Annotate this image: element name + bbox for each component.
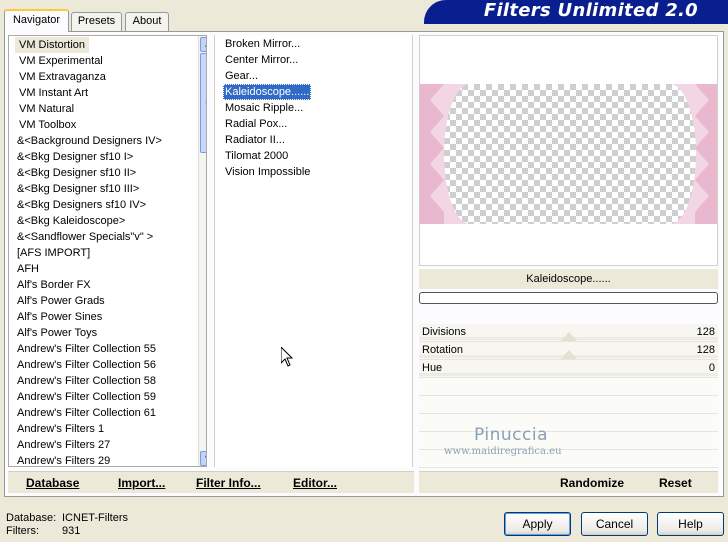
- category-item[interactable]: AFH: [13, 261, 43, 277]
- category-item[interactable]: Andrew's Filters 1: [13, 421, 108, 437]
- filter-item[interactable]: Mosaic Ripple...: [223, 100, 305, 116]
- cancel-button[interactable]: Cancel: [581, 512, 648, 536]
- import-label: Import...: [118, 476, 166, 490]
- filter-item[interactable]: Gear...: [223, 68, 260, 84]
- title-underline: [424, 22, 728, 24]
- category-item[interactable]: &<Bkg Designer sf10 II>: [13, 165, 140, 181]
- category-scrollbar[interactable]: ▲ ≡ ▼: [198, 36, 206, 466]
- category-item[interactable]: VM Distortion: [15, 37, 90, 53]
- category-item[interactable]: &<Background Designers IV>: [13, 133, 166, 149]
- category-item[interactable]: VM Instant Art: [15, 85, 92, 101]
- category-item[interactable]: &<Bkg Kaleidoscope>: [13, 213, 129, 229]
- category-item[interactable]: Andrew's Filter Collection 56: [13, 357, 160, 373]
- apply-button[interactable]: Apply: [504, 512, 571, 536]
- tab-about[interactable]: About: [125, 12, 169, 31]
- category-item[interactable]: Andrew's Filter Collection 59: [13, 389, 160, 405]
- category-item[interactable]: [AFS IMPORT]: [13, 245, 94, 261]
- editor-label: Editor...: [293, 476, 338, 490]
- filter-info-button[interactable]: Filter Info...: [196, 475, 261, 491]
- filter-item[interactable]: Tilomat 2000: [223, 148, 290, 164]
- empty-param-row: [419, 396, 718, 414]
- help-button[interactable]: Help: [657, 512, 724, 536]
- filter-item[interactable]: Vision Impossible: [223, 164, 312, 180]
- filters-count-value: 931: [62, 525, 81, 537]
- empty-param-row: [419, 414, 718, 432]
- category-item[interactable]: Alf's Power Grads: [13, 293, 109, 309]
- category-item[interactable]: &<Sandflower Specials"v" >: [13, 229, 157, 245]
- slider-knob-icon[interactable]: [561, 350, 577, 359]
- category-item[interactable]: VM Toolbox: [15, 117, 80, 133]
- filter-item[interactable]: Kaleidoscope......: [223, 84, 312, 100]
- category-item[interactable]: &<Bkg Designer sf10 I>: [13, 149, 137, 165]
- app-title: Filters Unlimited 2.0: [483, 0, 698, 21]
- category-item[interactable]: Andrew's Filters 29: [13, 453, 114, 466]
- category-item[interactable]: VM Extravaganza: [15, 69, 110, 85]
- filters-count-label: Filters:: [6, 525, 39, 537]
- category-item[interactable]: Andrew's Filter Collection 58: [13, 373, 160, 389]
- transparent-checker: [444, 84, 696, 224]
- mouse-cursor-icon: [281, 347, 293, 367]
- bottom-right-toolbar: Randomize Reset: [419, 471, 718, 493]
- database-info-label: Database:: [6, 512, 57, 524]
- database-info: Database: ICNET-Filters: [6, 512, 128, 525]
- category-item[interactable]: &<Bkg Designers sf10 IV>: [13, 197, 150, 213]
- filter-info-label: Filter Info...: [196, 476, 261, 490]
- filter-item[interactable]: Radiator II...: [223, 132, 287, 148]
- category-list[interactable]: VM Distortion VM Experimental VM Extravaga…: [8, 35, 207, 467]
- filter-item[interactable]: Broken Mirror...: [223, 36, 302, 52]
- scroll-up-icon[interactable]: ▲: [200, 37, 206, 52]
- tab-navigator[interactable]: Navigator: [4, 9, 69, 32]
- database-info-value: ICNET-Filters: [62, 512, 128, 524]
- category-item[interactable]: &<Bkg Designer sf10 III>: [13, 181, 143, 197]
- preview-area: [419, 35, 718, 266]
- scroll-down-icon[interactable]: ▼: [200, 451, 206, 466]
- slider-knob-icon[interactable]: [561, 332, 577, 341]
- database-button[interactable]: Database: [26, 475, 79, 491]
- tab-presets[interactable]: Presets: [71, 12, 122, 31]
- filter-list[interactable]: Broken Mirror... Center Mirror... Gear... K…: [214, 35, 413, 467]
- category-item[interactable]: Andrew's Filters 27: [13, 437, 114, 453]
- param-slider[interactable]: [419, 373, 718, 376]
- category-item[interactable]: Andrew's Filter Collection 55: [13, 341, 160, 357]
- watermark-name: Pinuccia: [474, 425, 548, 445]
- watermark-url: www.maidiregrafica.eu: [444, 446, 562, 457]
- filter-item[interactable]: Radial Pox...: [223, 116, 289, 132]
- param-divisions[interactable]: Divisions 128: [419, 324, 718, 342]
- param-rotation[interactable]: Rotation 128: [419, 342, 718, 360]
- reset-button[interactable]: Reset: [659, 475, 692, 491]
- empty-param-row: [419, 378, 718, 396]
- category-item[interactable]: Alf's Power Sines: [13, 309, 106, 325]
- category-item[interactable]: Andrew's Filter Collection 61: [13, 405, 160, 421]
- database-label: Database: [26, 476, 80, 490]
- param-hue[interactable]: Hue 0: [419, 360, 718, 378]
- bottom-left-toolbar: Database Import... Filter Info... Editor…: [8, 471, 414, 493]
- scroll-thumb[interactable]: ≡: [200, 53, 206, 153]
- category-item[interactable]: VM Natural: [15, 101, 78, 117]
- category-item[interactable]: Alf's Power Toys: [13, 325, 101, 341]
- editor-button[interactable]: Editor...: [293, 475, 337, 491]
- title-banner: Filters Unlimited 2.0: [424, 0, 728, 22]
- category-item[interactable]: VM Experimental: [15, 53, 107, 69]
- import-button[interactable]: Import...: [118, 475, 165, 491]
- filters-count-info: Filters: 931: [6, 525, 80, 538]
- preview-image: [420, 84, 717, 224]
- filter-item[interactable]: Center Mirror...: [223, 52, 300, 68]
- current-filter-name: Kaleidoscope......: [419, 269, 718, 289]
- category-item[interactable]: Alf's Border FX: [13, 277, 95, 293]
- randomize-button[interactable]: Randomize: [560, 475, 624, 491]
- progress-bar: [419, 292, 718, 304]
